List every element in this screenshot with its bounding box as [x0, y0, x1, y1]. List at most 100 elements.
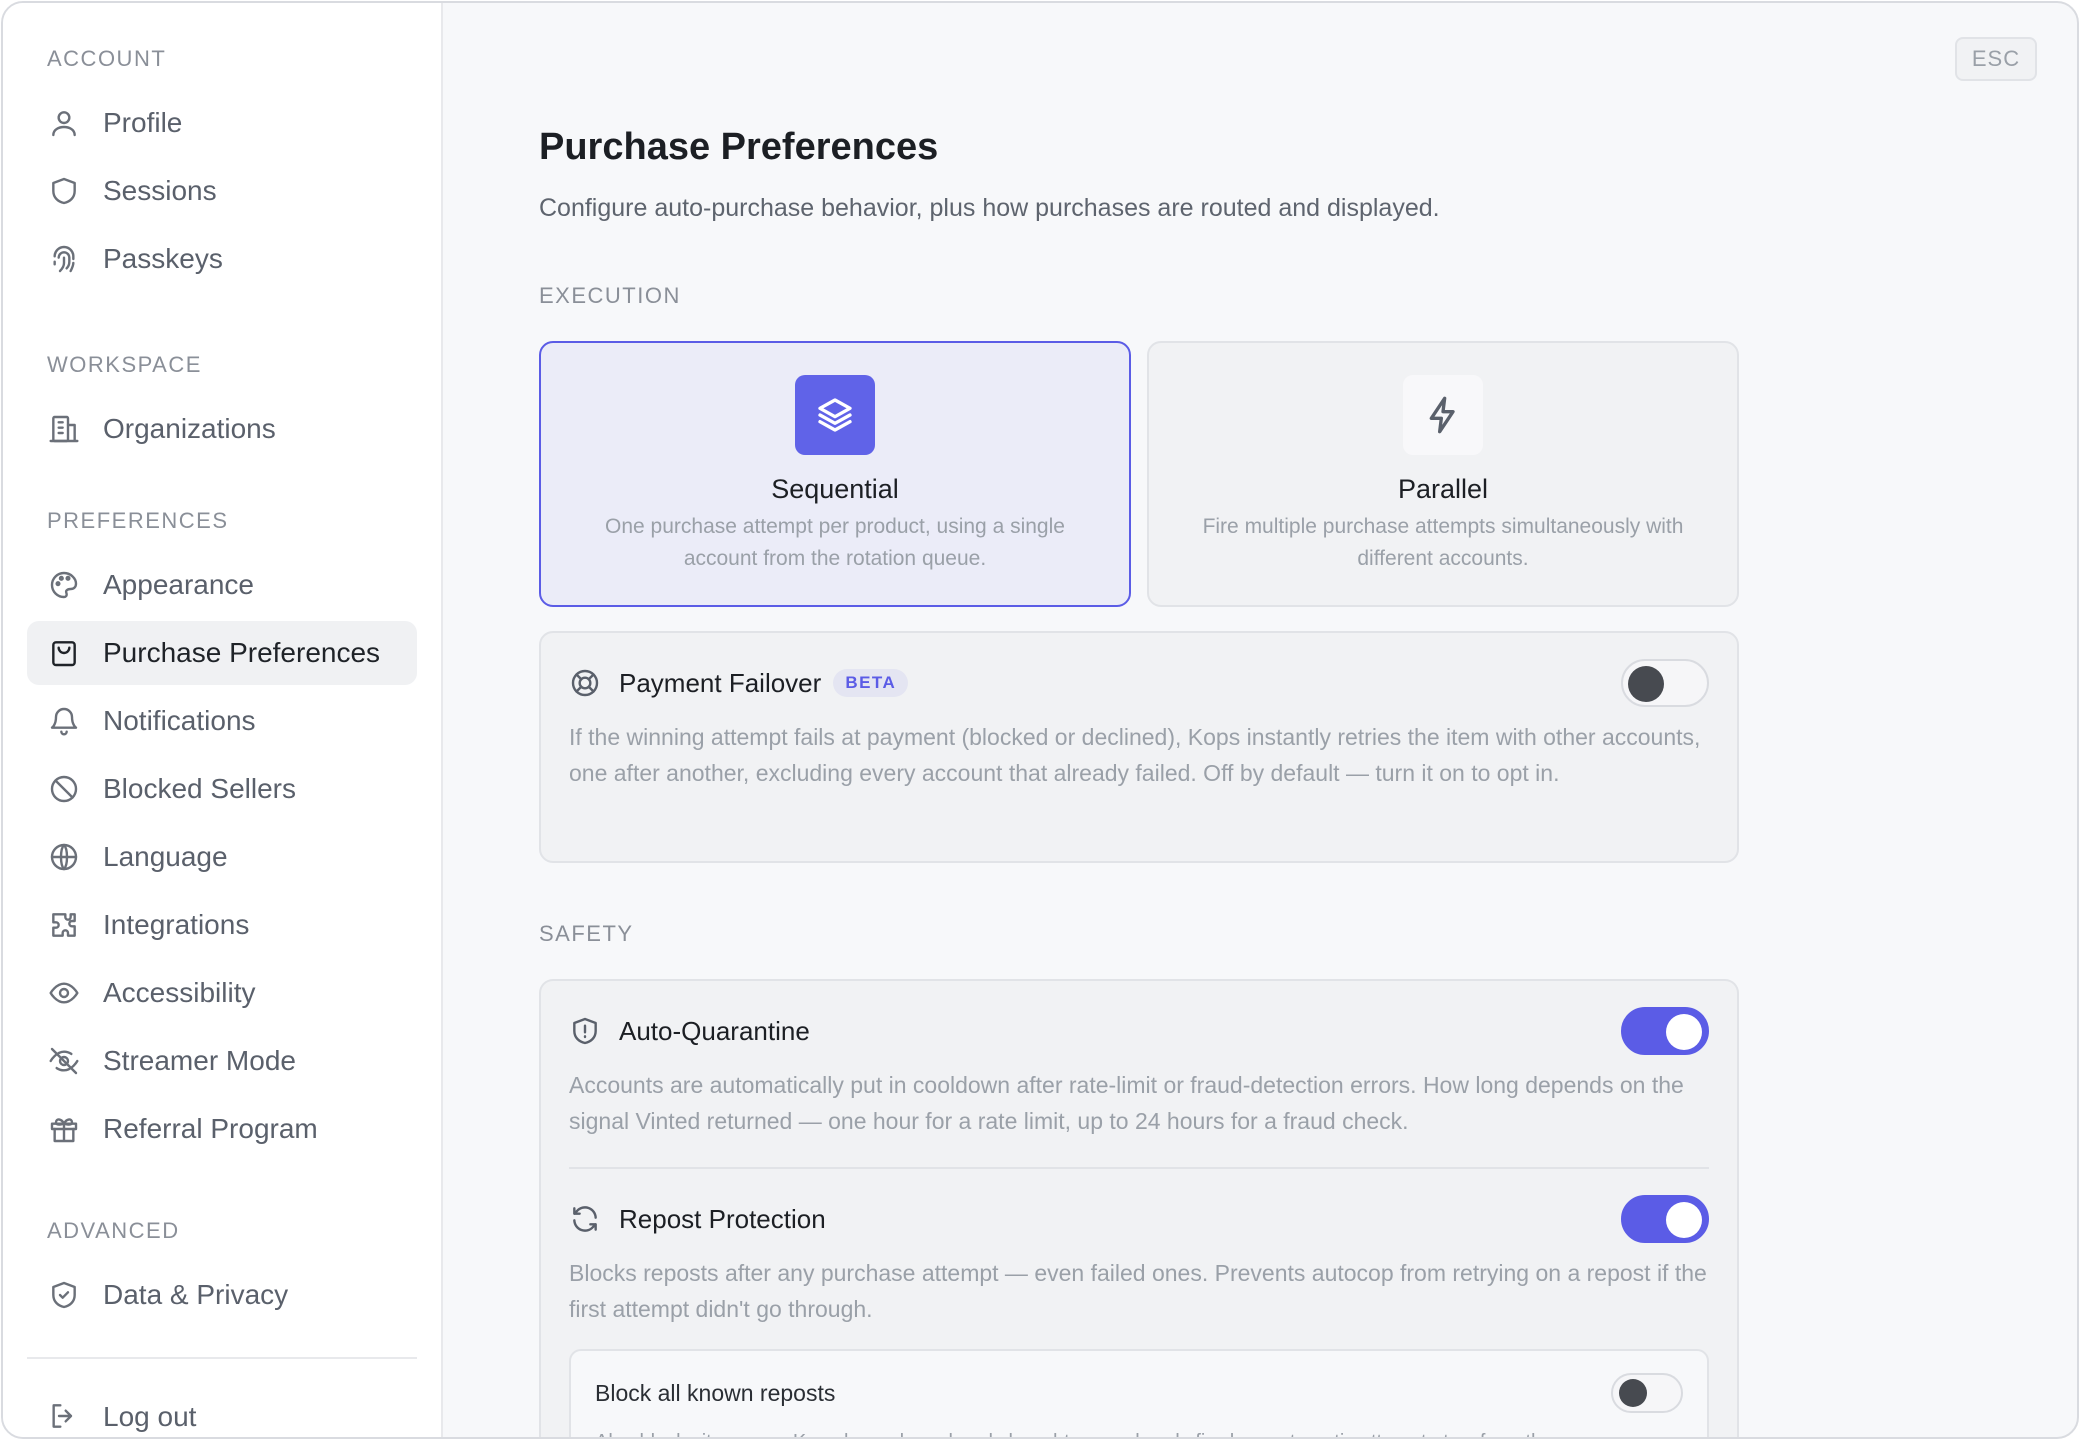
puzzle-icon — [47, 908, 81, 942]
zap-icon — [1403, 375, 1483, 455]
mode-description: One purchase attempt per product, using … — [605, 515, 1065, 570]
sidebar-section-label: PREFERENCES — [47, 508, 229, 533]
sidebar-group-account: ACCOUNT Profile Sessions Passkeys — [27, 43, 417, 291]
fingerprint-icon — [47, 242, 81, 276]
sidebar-item-label: Accessibility — [103, 977, 256, 1008]
sidebar-item-blocked-sellers[interactable]: Blocked Sellers — [27, 757, 417, 821]
sidebar-item-label: Purchase Preferences — [103, 637, 381, 668]
settings-sidebar: ACCOUNT Profile Sessions Passkeys WORKSP… — [3, 3, 443, 1437]
building-icon — [47, 412, 81, 446]
toggle-knob — [1619, 1379, 1647, 1407]
sidebar-item-integrations[interactable]: Integrations — [27, 893, 417, 957]
eye-icon — [47, 976, 81, 1010]
sidebar-item-sessions[interactable]: Sessions — [27, 159, 417, 223]
sidebar-item-passkeys[interactable]: Passkeys — [27, 227, 417, 291]
row-divider — [569, 1167, 1709, 1169]
sidebar-item-label: Appearance — [103, 569, 255, 600]
payment-failover-title: Payment Failover — [619, 667, 822, 698]
auto-quarantine-toggle[interactable] — [1621, 1007, 1709, 1055]
sidebar-item-label: Notifications — [103, 705, 256, 736]
sidebar-section-label: ADVANCED — [47, 1218, 180, 1243]
mode-name: Parallel — [1397, 474, 1489, 504]
block-known-reposts-title: Block all known reposts — [595, 1379, 836, 1406]
sidebar-item-organizations[interactable]: Organizations — [27, 397, 417, 461]
toggle-knob — [1666, 1202, 1702, 1238]
auto-quarantine-description: Accounts are automatically put in cooldo… — [569, 1072, 1684, 1134]
sidebar-item-label: Referral Program — [103, 1113, 318, 1144]
block-known-reposts-row: Block all known reposts — [595, 1373, 1683, 1413]
section-label-execution: EXECUTION — [539, 283, 681, 308]
beta-badge: BETA — [833, 669, 909, 697]
sidebar-item-language[interactable]: Language — [27, 825, 417, 889]
esc-button[interactable]: ESC — [1955, 37, 2037, 81]
user-icon — [47, 106, 81, 140]
eye-off-icon — [47, 1044, 81, 1078]
sidebar-item-appearance[interactable]: Appearance — [27, 553, 417, 617]
shield-alert-icon — [569, 1015, 601, 1047]
sidebar-group-advanced: ADVANCED Data & Privacy — [27, 1215, 417, 1327]
sidebar-section-label: WORKSPACE — [47, 352, 202, 377]
payment-failover-description: If the winning attempt fails at payment … — [569, 724, 1701, 786]
shield-icon — [47, 174, 81, 208]
mode-description: Fire multiple purchase attempts simultan… — [1202, 515, 1684, 570]
lifebuoy-icon — [569, 667, 601, 699]
logout-label: Log out — [103, 1401, 197, 1432]
page-subtitle: Configure auto-purchase behavior, plus h… — [539, 194, 1440, 222]
sidebar-section-label: ACCOUNT — [47, 46, 167, 71]
settings-main: ESC Purchase Preferences Configure auto-… — [443, 3, 2077, 1437]
execution-mode-selector: Sequential One purchase attempt per prod… — [539, 341, 1739, 607]
toggle-knob — [1628, 666, 1664, 702]
repost-protection-description: Blocks reposts after any purchase attemp… — [569, 1260, 1707, 1322]
globe-icon — [47, 840, 81, 874]
payment-failover-panel: Payment Failover BETA If the winning att… — [539, 631, 1739, 863]
logout-button[interactable]: Log out — [27, 1387, 417, 1437]
sidebar-item-label: Integrations — [103, 909, 250, 940]
sidebar-item-label: Passkeys — [103, 243, 223, 274]
sidebar-item-profile[interactable]: Profile — [27, 91, 417, 155]
page-title: Purchase Preferences — [539, 126, 939, 168]
payment-failover-toggle[interactable] — [1621, 659, 1709, 707]
auto-quarantine-title: Auto-Quarantine — [619, 1015, 810, 1046]
sidebar-divider — [27, 1357, 417, 1359]
sidebar-item-notifications[interactable]: Notifications — [27, 689, 417, 753]
section-label-safety: SAFETY — [539, 921, 634, 946]
logout-icon — [47, 1400, 81, 1434]
shopping-bag-icon — [47, 636, 81, 670]
sidebar-item-label: Organizations — [103, 413, 276, 444]
sidebar-item-referral-program[interactable]: Referral Program — [27, 1097, 417, 1161]
sidebar-item-label: Data & Privacy — [103, 1279, 289, 1310]
payment-failover-row: Payment Failover BETA — [569, 659, 1709, 707]
repost-protection-row: Repost Protection — [569, 1195, 1709, 1243]
sidebar-item-label: Sessions — [103, 175, 217, 206]
ban-icon — [47, 772, 81, 806]
block-known-reposts-toggle[interactable] — [1611, 1373, 1683, 1413]
repost-protection-title: Repost Protection — [619, 1203, 826, 1234]
settings-window: ACCOUNT Profile Sessions Passkeys WORKSP… — [1, 1, 2079, 1439]
sidebar-item-streamer-mode[interactable]: Streamer Mode — [27, 1029, 417, 1093]
auto-quarantine-row: Auto-Quarantine — [569, 1007, 1709, 1055]
palette-icon — [47, 568, 81, 602]
gift-icon — [47, 1112, 81, 1146]
sidebar-group-preferences: PREFERENCES Appearance Purchase Preferen… — [27, 505, 417, 1161]
toggle-knob — [1666, 1014, 1702, 1050]
sidebar-item-purchase-preferences[interactable]: Purchase Preferences — [27, 621, 417, 685]
safety-panel: Auto-Quarantine Accounts are automatical… — [539, 979, 1739, 1437]
sidebar-group-workspace: WORKSPACE Organizations — [27, 349, 417, 461]
sidebar-item-data-privacy[interactable]: Data & Privacy — [27, 1263, 417, 1327]
mode-card-parallel[interactable]: Parallel Fire multiple purchase attempts… — [1147, 341, 1739, 607]
sidebar-item-label: Profile — [103, 107, 183, 138]
page-content: Purchase Preferences Configure auto-purc… — [539, 123, 1739, 1437]
bell-icon — [47, 704, 81, 738]
shield-check-icon — [47, 1278, 81, 1312]
mode-name: Sequential — [771, 474, 899, 504]
layers-icon — [795, 375, 875, 455]
sidebar-item-label: Language — [103, 841, 228, 872]
sidebar-item-label: Blocked Sellers — [103, 773, 296, 804]
refresh-icon — [569, 1203, 601, 1235]
repost-protection-toggle[interactable] — [1621, 1195, 1709, 1243]
sidebar-item-label: Streamer Mode — [103, 1045, 296, 1076]
block-known-reposts-card: Block all known reposts Also blocks item… — [569, 1349, 1709, 1437]
mode-card-sequential[interactable]: Sequential One purchase attempt per prod… — [539, 341, 1131, 607]
sidebar-item-accessibility[interactable]: Accessibility — [27, 961, 417, 1025]
block-known-reposts-description: Also blocks items any Kops buyer has alr… — [595, 1427, 1683, 1437]
